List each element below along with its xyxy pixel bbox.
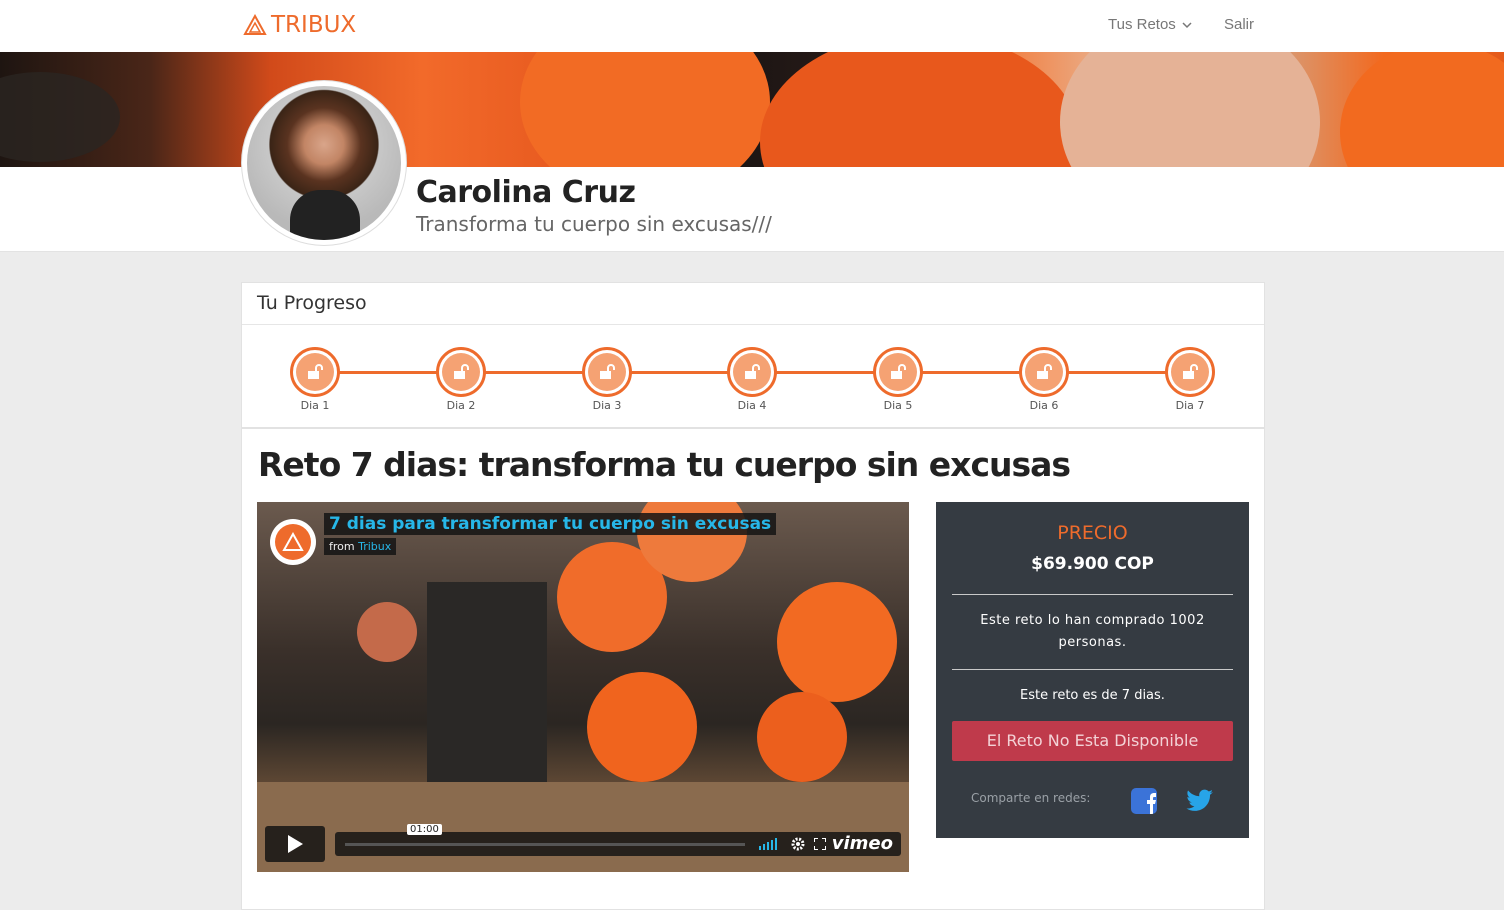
day-label: Dia 6 <box>1029 399 1059 412</box>
video-player[interactable]: 7 dias para transformar tu cuerpo sin ex… <box>257 502 909 872</box>
brand-name: TRIBUX <box>271 12 357 38</box>
chevron-down-icon <box>1182 22 1192 29</box>
play-button[interactable] <box>265 826 325 862</box>
profile-tagline: Transforma tu cuerpo sin excusas/// <box>416 212 772 236</box>
time-indicator: 01:00 <box>407 824 442 835</box>
day-label: Dia 1 <box>300 399 330 412</box>
logout-link[interactable]: Salir <box>1224 16 1254 33</box>
day-label: Dia 7 <box>1175 399 1205 412</box>
price-value: $69.900 COP <box>1031 554 1154 574</box>
unavailable-button[interactable]: El Reto No Esta Disponible <box>952 721 1233 761</box>
price-label: PRECIO <box>1057 522 1128 544</box>
unlock-icon <box>600 364 615 379</box>
share-label: Comparte en redes: <box>971 791 1091 805</box>
divider <box>952 669 1233 670</box>
day-label: Dia 2 <box>446 399 476 412</box>
top-navbar: TRIBUX Tus Retos Salir <box>0 0 1504 52</box>
unlock-icon <box>1183 364 1198 379</box>
seek-bar[interactable]: 01:00 vimeo <box>335 824 901 856</box>
video-controls: 01:00 vimeo <box>265 824 901 862</box>
unlock-icon <box>308 364 323 379</box>
day-label: Dia 5 <box>883 399 913 412</box>
unlock-icon <box>1037 364 1052 379</box>
day-label: Dia 3 <box>592 399 622 412</box>
profile-header <box>0 167 1504 252</box>
challenge-title: Reto 7 dias: transforma tu cuerpo sin ex… <box>258 445 1071 484</box>
day-step-5[interactable] <box>873 347 923 397</box>
challenge-card: Reto 7 dias: transforma tu cuerpo sin ex… <box>241 428 1265 910</box>
day-step-6[interactable] <box>1019 347 1069 397</box>
tribux-logo-icon <box>282 532 304 551</box>
progress-card: Tu Progreso Dia 1 Dia 2 Dia 3 Dia 4 Dia … <box>241 282 1265 428</box>
brand-logo[interactable]: TRIBUX <box>243 12 356 38</box>
tribux-logo-icon <box>243 14 267 35</box>
play-icon <box>288 835 303 853</box>
settings-gear-icon[interactable] <box>791 837 805 851</box>
duration-text: Este reto es de 7 dias. <box>1020 688 1165 703</box>
day-step-7[interactable] <box>1165 347 1215 397</box>
twitter-share-icon[interactable] <box>1186 789 1214 813</box>
video-byline: from Tribux <box>324 538 397 555</box>
tus-retos-menu[interactable]: Tus Retos <box>1108 16 1192 33</box>
day-step-4[interactable] <box>727 347 777 397</box>
day-label: Dia 4 <box>737 399 767 412</box>
seek-track[interactable] <box>345 843 745 846</box>
avatar-photo <box>247 86 401 240</box>
channel-link[interactable]: Tribux <box>358 540 391 553</box>
vimeo-logo[interactable]: vimeo <box>832 832 893 856</box>
byline-prefix: from <box>329 540 355 553</box>
purchase-count-text: Este reto lo han comprado 1002 personas. <box>980 613 1205 650</box>
pricing-panel: PRECIO $69.900 COP Este reto lo han comp… <box>936 502 1249 838</box>
tus-retos-label: Tus Retos <box>1108 16 1176 33</box>
channel-logo[interactable] <box>270 519 316 565</box>
facebook-share-icon[interactable] <box>1131 788 1157 814</box>
unlock-icon <box>745 364 760 379</box>
day-step-2[interactable] <box>436 347 486 397</box>
divider <box>952 594 1233 595</box>
unlock-icon <box>891 364 906 379</box>
facebook-icon <box>1147 793 1156 814</box>
avatar <box>242 81 406 245</box>
profile-name: Carolina Cruz <box>416 175 636 210</box>
day-step-1[interactable] <box>290 347 340 397</box>
unlock-icon <box>454 364 469 379</box>
volume-icon[interactable] <box>759 838 781 850</box>
fullscreen-icon[interactable] <box>814 838 826 850</box>
progress-heading: Tu Progreso <box>242 283 1264 325</box>
video-title-link[interactable]: 7 dias para transformar tu cuerpo sin ex… <box>324 513 777 535</box>
day-step-3[interactable] <box>582 347 632 397</box>
profile-banner-image <box>0 52 1504 167</box>
